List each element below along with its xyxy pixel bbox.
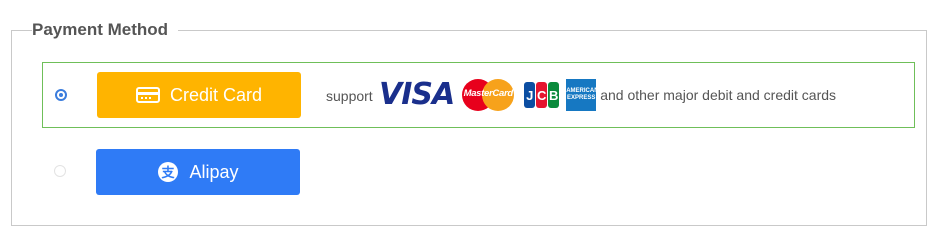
support-suffix: and other major debit and credit cards <box>600 87 837 103</box>
jcb-logo: JCB <box>524 82 560 108</box>
support-prefix: support <box>326 88 373 104</box>
svg-text:支: 支 <box>161 165 176 181</box>
amex-logo: AMERICAN EXPRESS <box>566 79 599 111</box>
credit-card-label: Credit Card <box>169 84 263 105</box>
card-logos: VISA MasterCard JCB AMERICAN EXPRESS and … <box>379 79 836 111</box>
payment-method-title: Payment Method <box>32 19 179 41</box>
payment-option-credit-card[interactable]: Credit Card support VISA MasterCard JCB … <box>42 62 915 128</box>
alipay-radio[interactable] <box>54 165 66 177</box>
alipay-icon: 支 <box>157 161 179 183</box>
credit-card-icon <box>135 86 160 104</box>
payment-option-alipay[interactable]: 支 Alipay <box>42 138 915 204</box>
mastercard-logo: MasterCard <box>462 79 515 111</box>
visa-logo: VISA <box>379 77 455 112</box>
credit-card-button[interactable]: Credit Card <box>97 72 301 118</box>
alipay-label: Alipay <box>189 161 239 182</box>
credit-card-radio[interactable] <box>55 89 67 101</box>
alipay-button[interactable]: 支 Alipay <box>96 149 300 195</box>
